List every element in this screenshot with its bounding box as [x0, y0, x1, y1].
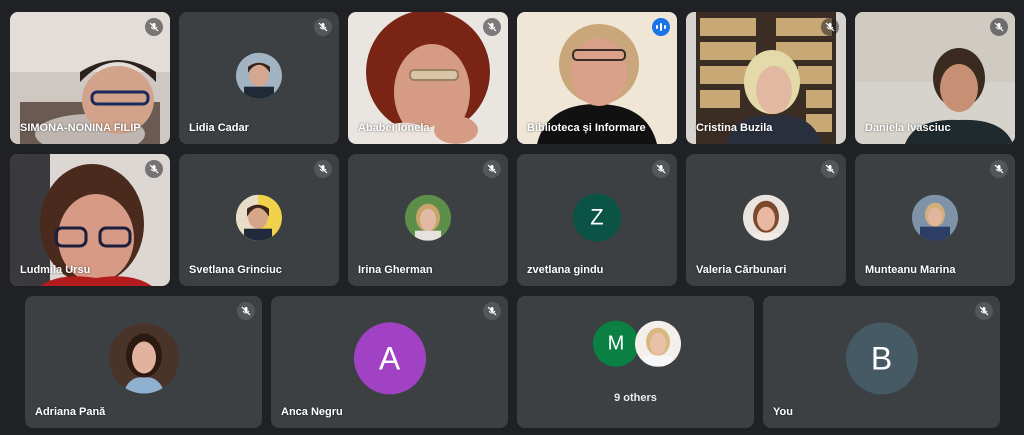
- participant-name: Anca Negru: [281, 406, 343, 418]
- others-count: 9 others: [614, 392, 657, 404]
- participant-name: Svetlana Grinciuc: [189, 264, 282, 276]
- participant-name: Munteanu Marina: [865, 264, 956, 276]
- participant-tile-svetlana[interactable]: Svetlana Grinciuc: [179, 154, 339, 286]
- mic-off-icon: [821, 18, 839, 36]
- avatar: [236, 52, 282, 99]
- mic-off-icon: [975, 302, 993, 320]
- participant-name: Ludmila Ursu: [20, 264, 91, 276]
- participant-tile-daniela[interactable]: Daniela Ivasciuc: [855, 12, 1015, 144]
- speaking-indicator-icon: [652, 18, 670, 36]
- participant-name: You: [773, 406, 793, 418]
- participant-tile-irina[interactable]: Irina Gherman: [348, 154, 508, 286]
- participant-name: Irina Gherman: [358, 264, 433, 276]
- mic-off-icon: [237, 302, 255, 320]
- participant-tile-biblioteca[interactable]: Biblioteca și Informare: [517, 12, 677, 144]
- mic-off-icon: [483, 302, 501, 320]
- mic-off-icon: [314, 18, 332, 36]
- participant-tile-ludmila[interactable]: Ludmila Ursu: [10, 154, 170, 286]
- others-tile[interactable]: M 9 others: [517, 296, 754, 428]
- mic-off-icon: [990, 18, 1008, 36]
- participant-tile-ababei[interactable]: Ababei Ionela: [348, 12, 508, 144]
- participant-tile-zvetlana[interactable]: Z zvetlana gindu: [517, 154, 677, 286]
- participant-name: Valeria Cărbunari: [696, 264, 787, 276]
- participant-tile-you[interactable]: B You: [763, 296, 1000, 428]
- avatar: [236, 194, 282, 241]
- mic-off-icon: [483, 160, 501, 178]
- mic-off-icon: [990, 160, 1008, 178]
- participant-name: Daniela Ivasciuc: [865, 122, 951, 134]
- participant-tile-cristina[interactable]: Cristina Buzila: [686, 12, 846, 144]
- participant-tile-valeria[interactable]: Valeria Cărbunari: [686, 154, 846, 286]
- avatar: [405, 194, 451, 241]
- mic-off-icon: [145, 160, 163, 178]
- mic-off-icon: [483, 18, 501, 36]
- participant-tile-simona[interactable]: SIMONA-NONINA FILIP: [10, 12, 170, 144]
- participant-name: Biblioteca și Informare: [527, 122, 646, 134]
- participant-name: Ababei Ionela: [358, 122, 430, 134]
- participant-tile-lidia[interactable]: Lidia Cadar: [179, 12, 339, 144]
- mic-off-icon: [652, 160, 670, 178]
- participant-tile-munteanu[interactable]: Munteanu Marina: [855, 154, 1015, 286]
- avatar: [743, 194, 789, 241]
- participant-name: Lidia Cadar: [189, 122, 249, 134]
- participant-name: SIMONA-NONINA FILIP: [20, 122, 141, 134]
- avatar: B: [845, 322, 918, 395]
- avatar: [108, 323, 179, 394]
- avatar: Z: [573, 193, 621, 242]
- avatar: [912, 194, 958, 241]
- participant-name: Adriana Pană: [35, 406, 106, 418]
- participant-name: Cristina Buzila: [696, 122, 773, 134]
- avatar: A: [353, 322, 426, 395]
- avatar: M: [593, 320, 639, 367]
- mic-off-icon: [145, 18, 163, 36]
- mic-off-icon: [314, 160, 332, 178]
- participant-tile-anca[interactable]: A Anca Negru: [271, 296, 508, 428]
- mic-off-icon: [821, 160, 839, 178]
- participant-name: zvetlana gindu: [527, 264, 604, 276]
- participant-tile-adriana[interactable]: Adriana Pană: [25, 296, 262, 428]
- avatar: [635, 320, 681, 367]
